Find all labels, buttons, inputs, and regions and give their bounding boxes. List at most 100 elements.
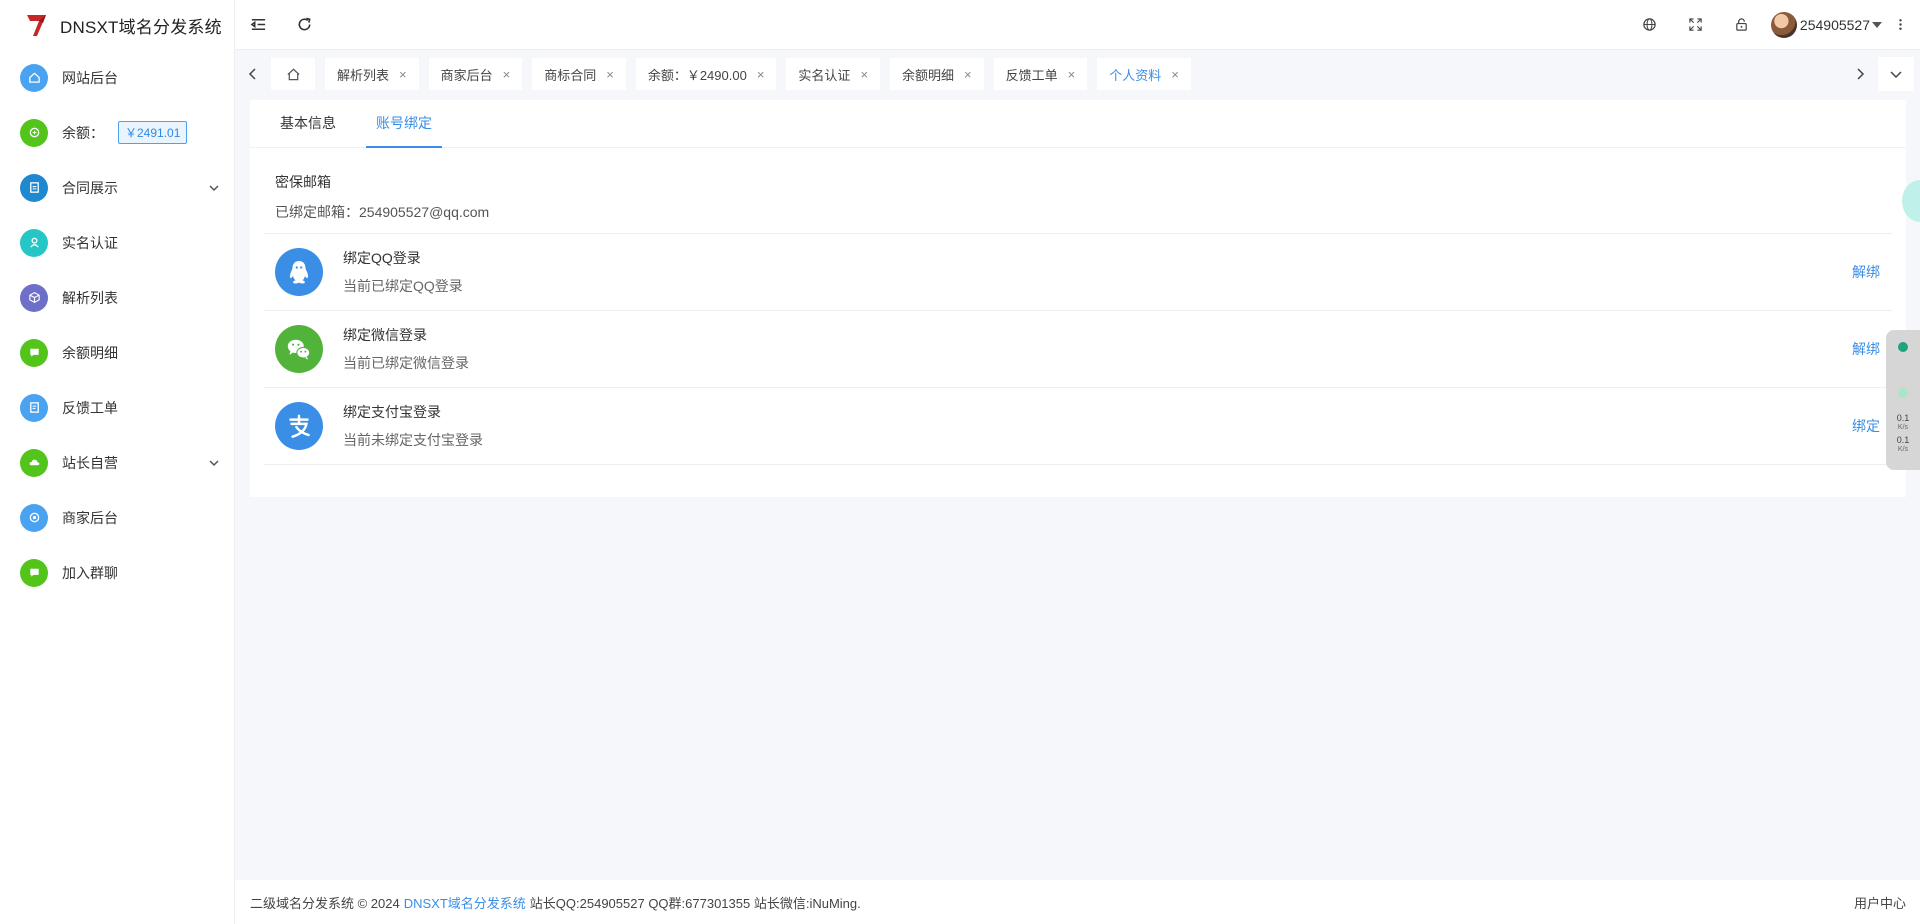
binding-status: 当前已绑定微信登录 [343,355,469,371]
network-speed-widget[interactable]: 0.1 K/s 0.1 K/s [1886,330,1920,470]
sidebar-item-merchant[interactable]: 商家后台 [0,490,234,545]
tab-account-binding[interactable]: 账号绑定 [366,99,442,148]
alipay-bind-link[interactable]: 绑定 [1852,416,1880,436]
lock-icon [1736,18,1748,31]
sidebar-item-join-group[interactable]: 加入群聊 [0,545,234,600]
tab-label: 实名认证 [798,67,851,83]
app-title: DNSXT域名分发系统 [60,17,222,37]
cube-icon [20,283,48,312]
refresh-icon [298,17,311,31]
binding-title: 绑定微信登录 [343,327,427,343]
avatar [1770,11,1797,38]
sidebar-item-tickets[interactable]: 反馈工单 [0,380,234,435]
user-name: 254905527 [1799,16,1870,33]
close-icon[interactable]: × [757,67,765,82]
download-speed-value: 0.1 [1896,435,1910,445]
lock-screen-button[interactable] [1719,0,1765,50]
security-email-section: 密保邮箱 已绑定邮箱：254905527@qq.com [264,148,1892,234]
alipay-icon [275,402,323,450]
page-tabs-bar: 解析列表 × 商家后台 × 商标合同 × 余额：￥2490.00 × 实名认证 × 余额明… [235,50,1920,98]
sidebar-item-site-admin[interactable]: 网站后台 [0,50,234,105]
tab-balance[interactable]: 余额：￥2490.00 × [635,58,777,90]
close-icon[interactable]: × [503,67,511,82]
ticket-icon [20,393,48,422]
footer-site-link[interactable]: DNSXT域名分发系统 [404,893,526,912]
qq-unbind-link[interactable]: 解绑 [1852,262,1880,282]
tab-label: 商标合同 [544,67,597,83]
close-icon[interactable]: × [860,67,868,82]
user-menu[interactable]: 254905527 [1770,11,1882,38]
toggle-sidebar-button[interactable] [235,0,281,50]
sidebar-item-webmaster[interactable]: 站长自营 [0,435,234,490]
download-speed-unit: K/s [1897,446,1909,453]
tab-dns-list[interactable]: 解析列表 × [325,58,419,90]
tabs-scroll-left-button[interactable] [235,50,271,98]
sidebar-item-label: 站长自营 [62,454,118,471]
sidebar-item-label: 网站后台 [62,69,118,86]
caret-down-icon [1872,21,1882,28]
qq-binding-info: 绑定QQ登录 当前已绑定QQ登录 [343,248,463,296]
profile-subtabs: 基本信息 账号绑定 [250,100,1906,148]
sidebar-item-balance[interactable]: 余额： ￥2491.01 [0,105,234,160]
tab-label: 商家后台 [440,67,493,83]
tab-trademark-contract[interactable]: 商标合同 × [532,58,626,90]
wechat-unbind-link[interactable]: 解绑 [1852,339,1880,359]
tab-profile[interactable]: 个人资料 × [1097,58,1191,90]
tab-label: 余额明细 [902,67,955,83]
tabs-scroll-right-button[interactable] [1842,50,1878,98]
tabs-dropdown-button[interactable] [1878,57,1914,91]
wechat-binding-row: 绑定微信登录 当前已绑定微信登录 解绑 [264,311,1892,388]
close-icon[interactable]: × [1068,67,1076,82]
binding-title: 绑定支付宝登录 [343,404,441,420]
footer-contact: 站长QQ:254905527 QQ群:677301355 站长微信:iNuMin… [529,895,861,911]
header-actions: 254905527 [1627,0,1920,50]
upload-speed-value: 0.1 [1896,413,1910,423]
logo[interactable]: DNSXT域名分发系统 [0,0,234,50]
close-icon[interactable]: × [1171,67,1179,82]
fullscreen-button[interactable] [1673,0,1719,50]
page-tabs: 解析列表 × 商家后台 × 商标合同 × 余额：￥2490.00 × 实名认证 × 余额明… [271,58,1842,90]
sidebar-item-label: 余额明细 [62,344,118,361]
qq-icon [275,248,323,296]
wechat-icon [275,325,323,373]
refresh-button[interactable] [281,0,327,50]
footer-copyright: 二级域名分发系统 © 2024 [250,895,400,911]
tab-basic-info[interactable]: 基本信息 [270,99,346,147]
tab-label: 个人资料 [1109,67,1162,83]
sidebar-item-label: 商家后台 [62,509,118,526]
tab-merchant[interactable]: 商家后台 × [428,58,523,90]
tab-tickets[interactable]: 反馈工单 × [993,58,1088,90]
tab-home[interactable] [271,58,315,90]
more-button[interactable] [1886,0,1914,50]
sidebar-item-dns-list[interactable]: 解析列表 [0,270,234,325]
footer-user-center[interactable]: 用户中心 [1854,893,1920,912]
close-icon[interactable]: × [399,67,407,82]
sidebar-item-label: 加入群聊 [62,564,118,581]
sidebar-item-real-name[interactable]: 实名认证 [0,215,234,270]
sidebar-item-label: 实名认证 [62,234,118,251]
sidebar-item-contracts[interactable]: 合同展示 [0,160,234,215]
message-icon [20,558,48,587]
close-icon[interactable]: × [964,67,972,82]
sidebar-item-balance-detail[interactable]: 余额明细 [0,325,234,380]
profile-card: 基本信息 账号绑定 密保邮箱 已绑定邮箱：254905527@qq.com 绑定… [250,100,1906,497]
wallet-icon [20,118,48,147]
chevron-left-icon [248,68,256,80]
tab-label: 余额：￥2490.00 [647,67,747,83]
footer: 二级域名分发系统 © 2024 DNSXT域名分发系统 站长QQ:2549055… [235,880,1920,924]
tab-balance-detail[interactable]: 余额明细 × [890,58,984,90]
sidebar: DNSXT域名分发系统 网站后台 余额： ￥2491.01 合同展示 实名认证 … [0,0,235,924]
more-vertical-icon [1898,19,1902,30]
tab-real-name[interactable]: 实名认证 × [786,58,881,90]
close-icon[interactable]: × [606,67,614,82]
home-icon [286,68,300,80]
chevron-right-icon [1857,68,1865,80]
settings-icon [20,503,48,532]
menu-fold-icon [250,19,265,30]
sidebar-item-label: 余额： [62,124,104,141]
security-email-title: 密保邮箱 [275,174,331,190]
binding-title: 绑定QQ登录 [343,250,421,266]
fullscreen-icon [1689,18,1703,31]
alipay-binding-info: 绑定支付宝登录 当前未绑定支付宝登录 [343,402,483,450]
language-button[interactable] [1627,0,1673,50]
